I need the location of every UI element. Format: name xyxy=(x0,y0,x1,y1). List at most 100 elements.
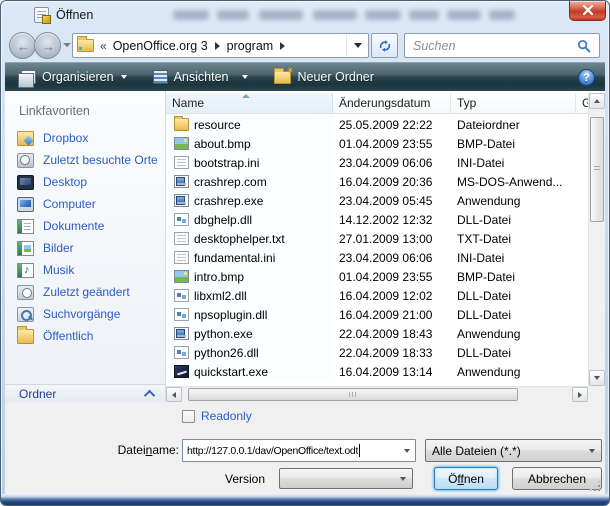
documents-icon xyxy=(17,219,34,234)
app-file-icon xyxy=(174,327,189,340)
filename-dropdown-button[interactable] xyxy=(399,449,415,453)
window-bottom-frame xyxy=(1,494,609,506)
views-label: Ansichten xyxy=(174,70,229,84)
background-menu-blur xyxy=(409,10,439,20)
organize-button[interactable]: Organisieren xyxy=(15,67,133,87)
column-header-size[interactable]: G xyxy=(576,93,588,113)
readonly-label[interactable]: Readonly xyxy=(201,409,252,423)
computer-icon xyxy=(17,197,34,212)
dialog-icon xyxy=(34,7,49,23)
sidebar-item-public-folder[interactable]: Öffentlich xyxy=(5,325,165,347)
file-row-libxml2-dll[interactable]: libxml2.dll 16.04.2009 12:02 DLL-Datei xyxy=(166,286,588,305)
breadcrumb-segment-openoffice[interactable]: OpenOffice.org 3 xyxy=(113,39,208,53)
address-dropdown-button[interactable] xyxy=(346,34,368,57)
back-button[interactable]: ← xyxy=(9,32,36,59)
file-row-quickstart-exe[interactable]: quickstart.exe 16.04.2009 13:14 Anwendun… xyxy=(166,362,588,381)
file-row-dbghelp-dll[interactable]: dbghelp.dll 14.12.2002 12:32 DLL-Datei xyxy=(166,210,588,229)
text-file-icon xyxy=(174,232,189,245)
chevron-down-icon xyxy=(400,477,406,481)
triangle-down-icon xyxy=(594,376,600,380)
search-input[interactable]: Suchen xyxy=(404,33,600,58)
sidebar-item-dropbox-folder[interactable]: Dropbox xyxy=(5,127,165,149)
chevron-right-icon[interactable] xyxy=(215,42,220,50)
sidebar-item-documents[interactable]: Dokumente xyxy=(5,215,165,237)
readonly-checkbox[interactable] xyxy=(182,410,195,423)
vertical-scrollbar[interactable] xyxy=(588,93,605,386)
refresh-button[interactable] xyxy=(371,33,398,58)
favorite-links-header: Linkfavoriten xyxy=(19,104,90,118)
organize-label: Organisieren xyxy=(42,70,114,84)
horizontal-scrollbar[interactable] xyxy=(166,386,588,402)
organize-icon xyxy=(21,70,36,84)
filename-input[interactable]: http://127.0.0.1/dav/OpenOffice/text.odt xyxy=(182,439,416,462)
scroll-down-button[interactable] xyxy=(589,370,605,386)
recently-changed-icon xyxy=(17,285,34,300)
sidebar-item-recently-changed[interactable]: Zuletzt geändert xyxy=(5,281,165,303)
dll-file-icon xyxy=(174,346,189,359)
background-menu-blur xyxy=(259,10,303,20)
column-header-row: Name Änderungsdatum Typ G xyxy=(166,93,588,114)
forward-button[interactable]: → xyxy=(34,32,61,59)
dll-file-icon xyxy=(174,289,189,302)
column-header-type[interactable]: Typ xyxy=(451,93,576,113)
file-row-crashrep-com[interactable]: crashrep.com 16.04.2009 20:36 MS-DOS-Anw… xyxy=(166,172,588,191)
horizontal-scroll-thumb[interactable] xyxy=(188,388,518,401)
file-row-resource[interactable]: resource 25.05.2009 22:22 Dateiordner xyxy=(166,115,588,134)
breadcrumb-segment-program[interactable]: program xyxy=(227,39,274,53)
folders-expander[interactable]: Ordner xyxy=(5,384,165,402)
text-file-icon xyxy=(174,156,189,169)
file-row-npsoplugin-dll[interactable]: npsoplugin.dll 16.04.2009 21:00 DLL-Date… xyxy=(166,305,588,324)
text-caret xyxy=(359,444,360,457)
version-select[interactable] xyxy=(279,468,413,489)
file-row-python-exe[interactable]: python.exe 22.04.2009 18:43 Anwendung xyxy=(166,324,588,343)
file-row-intro-bmp[interactable]: intro.bmp 01.04.2009 23:55 BMP-Datei xyxy=(166,267,588,286)
filetype-value: Alle Dateien (*.*) xyxy=(432,444,589,458)
dropbox-folder-icon xyxy=(17,131,34,146)
file-row-desktophelper-txt[interactable]: desktophelper.txt 27.01.2009 13:00 TXT-D… xyxy=(166,229,588,248)
sidebar-item-desktop[interactable]: Desktop xyxy=(5,171,165,193)
breadcrumb[interactable]: « OpenOffice.org 3 program xyxy=(72,33,369,58)
cancel-button[interactable]: Abbrechen xyxy=(512,467,602,490)
file-row-python26-dll[interactable]: python26.dll 22.04.2009 18:33 DLL-Datei xyxy=(166,343,588,362)
breadcrumb-overflow-chevron[interactable]: « xyxy=(100,39,107,53)
scroll-right-button[interactable] xyxy=(572,387,588,402)
views-button[interactable]: Ansichten xyxy=(147,67,255,87)
vertical-scroll-thumb[interactable] xyxy=(590,117,604,222)
new-folder-button[interactable]: Neuer Ordner xyxy=(268,67,379,87)
file-row-about-bmp[interactable]: about.bmp 01.04.2009 23:55 BMP-Datei xyxy=(166,134,588,153)
address-bar: ← → « OpenOffice.org 3 program Suchen xyxy=(1,29,609,62)
file-row-fundamental-ini[interactable]: fundamental.ini 23.04.2009 06:06 INI-Dat… xyxy=(166,248,588,267)
search-icon[interactable] xyxy=(577,39,591,53)
file-row-bootstrap-ini[interactable]: bootstrap.ini 23.04.2009 06:06 INI-Datei xyxy=(166,153,588,172)
scroll-left-button[interactable] xyxy=(166,387,182,402)
filetype-select[interactable]: Alle Dateien (*.*) xyxy=(425,439,602,462)
public-folder-icon xyxy=(17,329,34,344)
sort-ascending-icon xyxy=(242,94,250,98)
title-bar[interactable]: Öffnen xyxy=(1,1,609,29)
open-file-dialog: Öffnen ← → « OpenOffice.org 3 program xyxy=(0,0,610,506)
filename-label: Dateiname: xyxy=(75,443,179,457)
column-header-modified[interactable]: Änderungsdatum xyxy=(333,93,451,113)
sidebar-item-recent-places[interactable]: Zuletzt besuchte Orte xyxy=(5,149,165,171)
column-header-name[interactable]: Name xyxy=(166,93,333,113)
scroll-up-button[interactable] xyxy=(589,93,605,109)
close-icon xyxy=(583,5,593,15)
close-button[interactable] xyxy=(569,1,606,21)
forward-arrow-icon: → xyxy=(42,40,55,53)
dll-file-icon xyxy=(174,213,189,226)
sidebar-item-searches[interactable]: Suchvorgänge xyxy=(5,303,165,325)
chevron-right-icon[interactable] xyxy=(280,42,285,50)
background-menu-blur xyxy=(447,10,481,20)
sidebar-item-music[interactable]: Musik xyxy=(5,259,165,281)
sidebar-item-computer[interactable]: Computer xyxy=(5,193,165,215)
sidebar-item-pictures[interactable]: Bilder xyxy=(5,237,165,259)
resize-grip[interactable] xyxy=(590,481,600,491)
navigation-history-dropdown[interactable] xyxy=(63,43,71,47)
filename-value: http://127.0.0.1/dav/OpenOffice/text.odt xyxy=(187,445,358,457)
dialog-title: Öffnen xyxy=(56,8,93,22)
file-row-crashrep-exe[interactable]: crashrep.exe 23.04.2009 05:45 Anwendung xyxy=(166,191,588,210)
text-file-icon xyxy=(174,251,189,264)
searches-icon xyxy=(17,307,34,322)
open-button[interactable]: Öffnen xyxy=(434,467,498,490)
help-button[interactable]: ? xyxy=(578,69,595,86)
